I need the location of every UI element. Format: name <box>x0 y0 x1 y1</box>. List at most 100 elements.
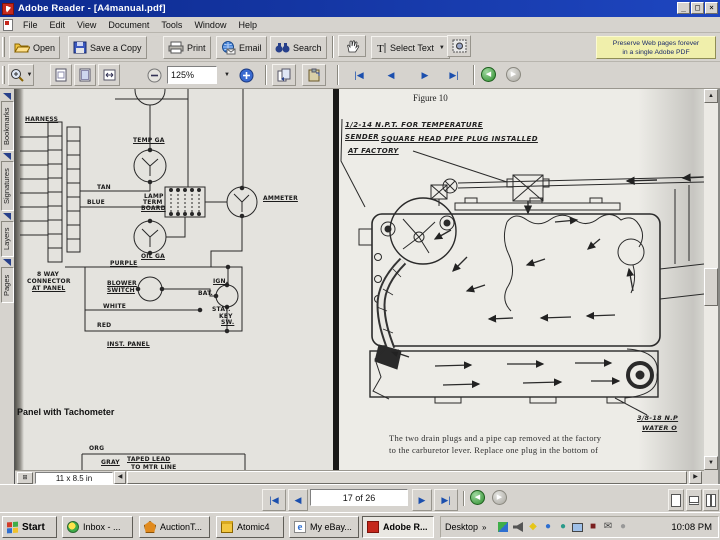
restore-button[interactable]: □ <box>691 2 704 14</box>
horizontal-scroll-thumb[interactable] <box>127 471 687 484</box>
tray-update-icon[interactable]: ● <box>541 521 554 534</box>
vertical-scrollbar[interactable]: ▲ ▼ <box>704 89 718 470</box>
zoom-dropdown-arrow[interactable]: ▼ <box>224 72 230 78</box>
tray-network-globe-icon[interactable]: ● <box>556 521 569 534</box>
next-view-button[interactable]: ▶ <box>506 67 521 82</box>
splitter-handle-icon[interactable]: ⊞ <box>17 472 33 484</box>
previous-view-button[interactable]: ◀ <box>481 67 496 82</box>
open-button[interactable]: Open <box>9 36 60 59</box>
taskbar-item-auction[interactable]: AuctionT... <box>139 516 210 538</box>
taskbar-item-atomic4[interactable]: Atomic4 <box>216 516 284 538</box>
tray-security-icon[interactable]: ■ <box>586 521 599 534</box>
chevron-expand-icon[interactable]: » <box>482 523 486 532</box>
rotate-view-button[interactable] <box>272 64 296 86</box>
single-page-layout-button[interactable] <box>668 489 684 511</box>
tray-display-icon[interactable] <box>571 521 584 534</box>
diagram-label: BLOWER <box>107 280 137 287</box>
nav-first-page-button[interactable]: |◀ <box>262 489 286 511</box>
menu-edit[interactable]: Edit <box>44 18 72 32</box>
svg-text:T: T <box>377 43 384 54</box>
save-copy-button[interactable]: Save a Copy <box>68 36 147 59</box>
zoom-level-input[interactable] <box>167 66 217 84</box>
hscroll-right-button[interactable]: ▶ <box>689 471 702 484</box>
diagram-label: SWITCH <box>107 287 135 294</box>
last-page-button[interactable]: ▶| <box>442 64 466 86</box>
tray-mail-icon[interactable]: ✉ <box>601 521 614 534</box>
desktop-toolbar-label[interactable]: Desktop <box>445 522 478 532</box>
binoculars-icon <box>275 41 290 54</box>
hscroll-left-button[interactable]: ◀ <box>114 471 126 484</box>
print-button[interactable]: Print <box>163 36 211 59</box>
start-button[interactable]: Start <box>2 516 57 538</box>
nav-prev-page-button[interactable]: ◀ <box>288 489 308 511</box>
menu-file[interactable]: File <box>17 18 44 32</box>
preserve-web-pages-ad-button[interactable]: Preserve Web pages forever in a single A… <box>596 36 716 59</box>
print-label: Print <box>187 43 206 53</box>
taskbar-item-ebay[interactable]: e My eBay... <box>289 516 359 538</box>
menu-document[interactable]: Document <box>102 18 155 32</box>
select-text-dropdown-arrow[interactable]: ▼ <box>439 45 445 51</box>
tray-volume-icon[interactable] <box>511 521 524 534</box>
diagram-label: TAN <box>97 184 111 191</box>
tab-layers[interactable]: Layers <box>1 221 14 257</box>
fit-width-button[interactable] <box>98 64 120 86</box>
zoom-out-button[interactable] <box>144 64 164 86</box>
diagram-label: TEMP GA <box>133 137 165 144</box>
email-button[interactable]: Email <box>216 36 267 59</box>
tab-bookmarks[interactable]: Bookmarks <box>1 101 14 151</box>
tray-antivirus-icon[interactable]: ◆ <box>526 521 539 534</box>
close-button[interactable]: × <box>705 2 718 14</box>
first-page-button[interactable]: |◀ <box>347 64 371 86</box>
title-bar[interactable]: Adobe Reader - [A4manual.pdf] _ □ × <box>0 0 720 17</box>
page-size-indicator[interactable]: 11 x 8.5 in <box>35 472 113 484</box>
diagram-label: TAPED LEAD <box>127 456 170 463</box>
menu-window[interactable]: Window <box>188 18 232 32</box>
nav-last-page-button[interactable]: ▶| <box>434 489 458 511</box>
prev-page-button[interactable]: ◀ <box>380 64 402 86</box>
nav-next-view-button[interactable]: ▶ <box>492 490 507 505</box>
taskbar-item-adobe-reader[interactable]: Adobe R... <box>362 516 434 538</box>
menu-tools[interactable]: Tools <box>155 18 188 32</box>
diagram-label: IGN. <box>213 278 228 285</box>
taskbar-item-inbox[interactable]: Inbox - ... <box>62 516 133 538</box>
fit-page-button[interactable] <box>74 64 96 86</box>
continuous-layout-button[interactable] <box>686 489 702 511</box>
tab-pages[interactable]: Pages <box>1 267 14 303</box>
toolbar2-grip[interactable] <box>2 66 5 84</box>
figure-title: Figure 10 <box>413 93 448 103</box>
menu-help[interactable]: Help <box>232 18 263 32</box>
hand-tool-button[interactable] <box>338 35 366 57</box>
select-text-button[interactable]: T Select Text ▼ <box>371 36 450 59</box>
search-button[interactable]: Search <box>270 36 327 59</box>
taskbar-item-label: AuctionT... <box>160 522 202 532</box>
tray-graphics-icon[interactable] <box>496 521 509 534</box>
paste-view-button[interactable] <box>302 64 326 86</box>
next-page-button[interactable]: ▶ <box>414 64 436 86</box>
facing-layout-button[interactable] <box>703 489 719 511</box>
vertical-scroll-thumb[interactable] <box>704 268 718 306</box>
nav-previous-view-button[interactable]: ◀ <box>470 490 485 505</box>
scroll-up-button[interactable]: ▲ <box>704 89 718 103</box>
zoom-in-button[interactable] <box>236 64 256 86</box>
tray-scheduler-icon[interactable]: ● <box>616 521 629 534</box>
rotate-pages-icon <box>277 68 291 82</box>
page-indicator-box[interactable]: 17 of 26 <box>310 489 408 506</box>
diagram-label: HARNESS <box>25 116 58 123</box>
menu-view[interactable]: View <box>71 18 102 32</box>
internet-explorer-icon: e <box>294 521 306 533</box>
zoom-tool-dropdown-arrow[interactable]: ▼ <box>27 72 33 78</box>
nav-next-page-button[interactable]: ▶ <box>412 489 432 511</box>
zoom-tool-button[interactable]: ▼ <box>8 64 34 86</box>
pdf-document-icon[interactable] <box>3 19 13 31</box>
tab-signatures[interactable]: Signatures <box>1 161 14 211</box>
minimize-button[interactable]: _ <box>677 2 690 14</box>
select-text-label: Select Text <box>390 43 434 53</box>
actual-size-button[interactable] <box>50 64 72 86</box>
diagram-callout: WATER O <box>642 424 677 432</box>
snapshot-tool-button[interactable] <box>447 35 471 57</box>
diagram-callout: 3/8-18 N.P <box>637 414 678 422</box>
scroll-down-button[interactable]: ▼ <box>704 456 718 470</box>
pdf-page-view[interactable]: HARNESS TEMP GA TAN BLUE LAMP TERM BOARD… <box>15 89 704 470</box>
toolbar-grip[interactable] <box>2 37 5 57</box>
engine-diagram <box>341 119 704 415</box>
